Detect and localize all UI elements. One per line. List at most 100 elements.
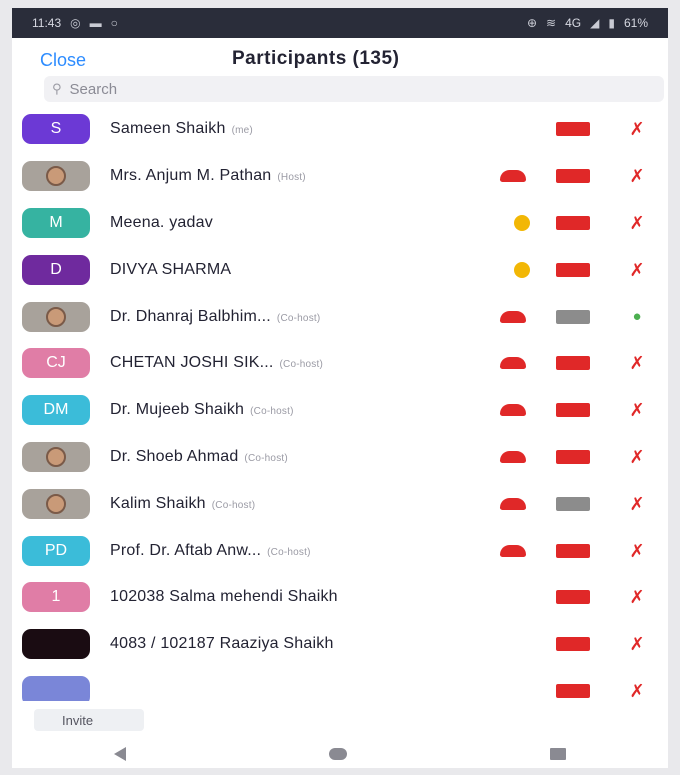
- back-icon[interactable]: [113, 746, 126, 761]
- search-input[interactable]: ⚲ Search: [44, 76, 664, 102]
- avatar: D: [22, 254, 90, 285]
- participant-name-text: 4083 / 102187 Raaziya Shaikh: [110, 635, 334, 653]
- avatar: [22, 301, 90, 332]
- avatar: PD: [22, 535, 90, 566]
- mic-muted-icon: ✗: [629, 166, 645, 187]
- mic-muted-icon: ✗: [629, 400, 645, 421]
- signal-icon: ◢: [590, 16, 600, 30]
- avatar: S: [22, 114, 90, 145]
- avatar: [22, 441, 90, 472]
- mic-muted-icon: ✗: [629, 446, 645, 467]
- participant-role: (Co-host): [267, 546, 311, 558]
- cloud-recording-icon: [500, 497, 526, 510]
- cloud-recording-icon: [500, 404, 526, 417]
- status-bar-right: ⊕ ≋ 4G ◢ ▮ 61%: [527, 16, 648, 30]
- participant-status-icons: ✗›: [492, 480, 662, 527]
- avatar-photo: [46, 166, 66, 187]
- video-off-icon: [556, 449, 590, 464]
- raised-hand-icon: [514, 261, 530, 278]
- status-bar: 11:43 ◎ ▬ ○ ⊕ ≋ 4G ◢ ▮ 61%: [12, 8, 668, 38]
- participant-name-text: Dr. Shoeb Ahmad: [110, 447, 239, 465]
- avatar-photo: [46, 446, 66, 467]
- mic-muted-icon: ✗: [629, 493, 645, 514]
- participant-name-text: 102038 Salma mehendi Shaikh: [110, 588, 338, 606]
- participant-name: Prof. Dr. Aftab Anw... (Co-host): [110, 542, 311, 560]
- participant-name-text: Dr. Mujeeb Shaikh: [110, 401, 245, 419]
- video-on-icon: [556, 496, 590, 511]
- participant-status-icons: ✗›: [492, 434, 662, 481]
- participant-status-icons: ✗›: [492, 340, 662, 387]
- participant-role: (Co-host): [211, 499, 256, 511]
- video-off-icon: [556, 122, 590, 137]
- messenger-icon: ◎: [70, 16, 81, 30]
- search-placeholder: Search: [69, 80, 118, 98]
- participant-name: DIVYA SHARMA: [110, 261, 231, 279]
- participant-role: (Host): [277, 172, 306, 184]
- avatar-photo: [46, 306, 66, 327]
- video-off-icon: [556, 683, 590, 698]
- mic-on-icon: ●: [632, 307, 642, 325]
- avatar: 1: [22, 582, 90, 613]
- participant-row[interactable]: M Meena. yadav ✗›: [12, 200, 668, 247]
- participant-row[interactable]: CJ CHETAN JOSHI SIK... (Co-host) ✗›: [12, 340, 668, 387]
- participant-list[interactable]: SSameen Shaikh(me)✗›Mrs. Anjum M. Pathan…: [12, 106, 668, 701]
- video-off-icon: [556, 543, 590, 558]
- avatar: DM: [22, 395, 90, 426]
- video-off-icon: [556, 590, 590, 605]
- participant-row[interactable]: DM Dr. Mujeeb Shaikh (Co-host) ✗›: [12, 387, 668, 434]
- home-icon[interactable]: [328, 747, 347, 760]
- mic-muted-icon: ✗: [629, 212, 645, 233]
- participant-status-icons: ✗›: [492, 387, 662, 434]
- participant-name-text: Kalim Shaikh: [110, 494, 206, 512]
- participant-row[interactable]: PD Prof. Dr. Aftab Anw... (Co-host) ✗›: [12, 527, 668, 574]
- participant-name: Dr. Mujeeb Shaikh (Co-host): [110, 401, 294, 419]
- participant-name-text: Dr. Dhanraj Balbhim...: [110, 307, 271, 325]
- raised-hand-icon: [514, 214, 530, 231]
- participant-name-text: DIVYA SHARMA: [110, 260, 232, 278]
- avatar: [22, 675, 90, 701]
- status-bar-left: 11:43 ◎ ▬ ○: [32, 16, 118, 30]
- participant-row[interactable]: Dr. Dhanraj Balbhim... (Co-host) ●›: [12, 293, 668, 340]
- close-button[interactable]: Close: [40, 50, 86, 71]
- participant-row[interactable]: ✗›: [12, 668, 668, 701]
- avatar: [22, 488, 90, 519]
- video-on-icon: [556, 309, 590, 324]
- sync-icon: ⊕: [526, 16, 538, 30]
- participant-row[interactable]: Dr. Shoeb Ahmad (Co-host) ✗›: [12, 434, 668, 481]
- mic-muted-icon: ✗: [629, 540, 645, 561]
- avatar-photo: [46, 493, 66, 514]
- mic-muted-icon: ✗: [629, 587, 645, 608]
- avatar: [22, 161, 90, 192]
- phone-screen: 11:43 ◎ ▬ ○ ⊕ ≋ 4G ◢ ▮ 61% Close Partici…: [12, 8, 668, 768]
- participant-name: Sameen Shaikh (me): [110, 120, 253, 138]
- participant-name: 4083 / 102187 Raaziya Shaikh: [110, 635, 334, 653]
- participant-row[interactable]: Kalim Shaikh (Co-host) ✗›: [12, 480, 668, 527]
- mic-muted-icon: ✗: [629, 119, 645, 140]
- invite-button[interactable]: Invite: [34, 709, 144, 731]
- recents-icon[interactable]: [550, 747, 567, 760]
- system-nav-bar: [12, 739, 668, 768]
- participant-row[interactable]: Mrs. Anjum M. Pathan (Host) ✗›: [12, 153, 668, 200]
- video-off-icon: [556, 637, 590, 652]
- participant-row[interactable]: S Sameen Shaikh (me) ✗›: [12, 106, 668, 153]
- circle-icon: ○: [110, 16, 118, 30]
- video-off-icon: [556, 403, 590, 418]
- avatar: M: [22, 207, 90, 238]
- participant-status-icons: ✗›: [492, 246, 662, 293]
- search-icon: ⚲: [52, 81, 62, 96]
- avatar: CJ: [22, 348, 90, 379]
- video-off-icon: [556, 262, 590, 277]
- participant-row[interactable]: 1 102038 Salma mehendi Shaikh ✗›: [12, 574, 668, 621]
- participant-row[interactable]: D DIVYA SHARMA ✗›: [12, 246, 668, 293]
- participant-status-icons: ●›: [492, 293, 662, 340]
- participant-status-icons: ✗›: [492, 621, 662, 668]
- participant-name-text: Sameen Shaikh: [110, 120, 226, 138]
- participant-row[interactable]: 4083 / 102187 Raaziya Shaikh ✗›: [12, 621, 668, 668]
- participant-status-icons: ✗›: [492, 153, 662, 200]
- participant-name-text: Meena. yadav: [110, 213, 213, 231]
- participant-status-icons: ✗›: [492, 200, 662, 247]
- participant-name-text: Mrs. Anjum M. Pathan: [110, 167, 272, 185]
- participant-name: Dr. Shoeb Ahmad (Co-host): [110, 448, 288, 466]
- participant-name-text: CHETAN JOSHI SIK...: [110, 354, 274, 372]
- page-title: Participants (135): [232, 48, 400, 69]
